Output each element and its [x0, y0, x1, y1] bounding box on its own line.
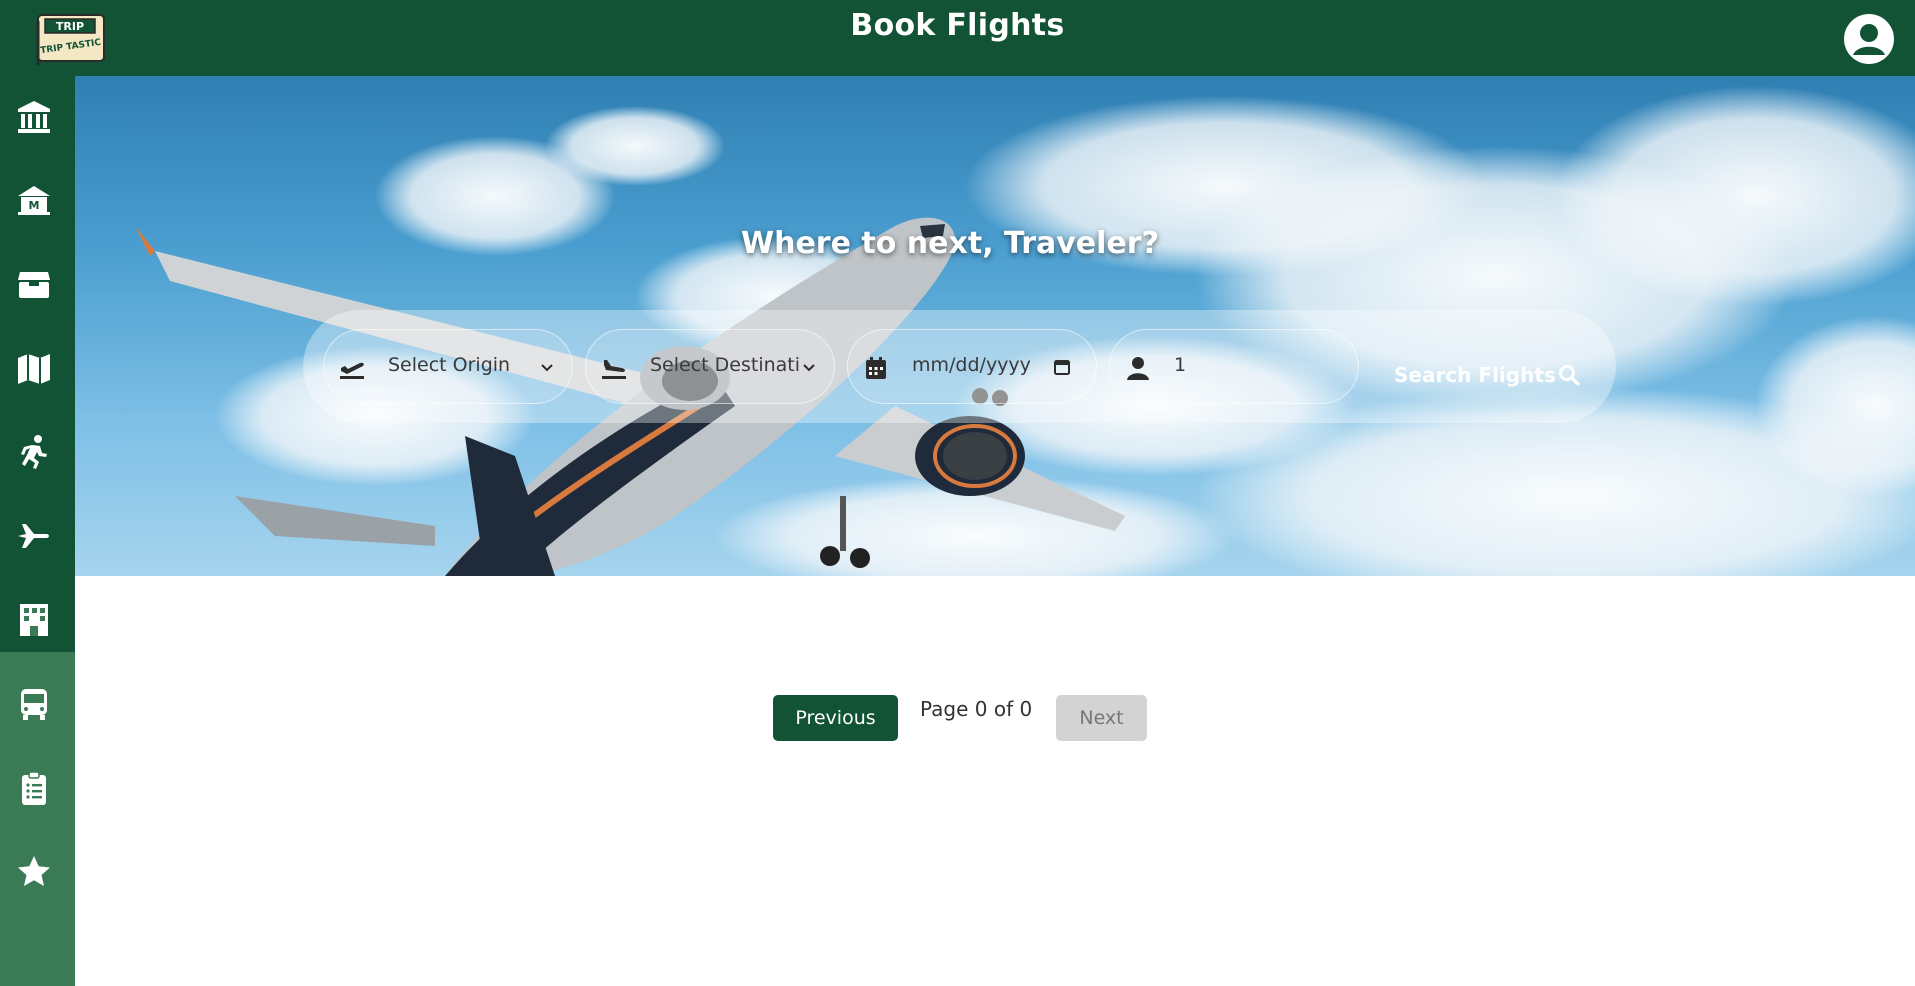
running-icon[interactable] — [14, 432, 54, 472]
package-icon[interactable] — [14, 264, 54, 304]
previous-button[interactable]: Previous — [773, 695, 898, 741]
date-placeholder: mm/dd/yyyy — [912, 354, 1031, 376]
bank-icon[interactable] — [14, 97, 54, 137]
origin-placeholder: Select Origin — [388, 354, 511, 376]
sidebar: M — [0, 76, 75, 986]
user-icon — [1124, 354, 1152, 382]
chevron-down-icon — [801, 360, 817, 376]
museum-icon[interactable]: M — [14, 180, 54, 220]
plane-icon[interactable] — [14, 516, 54, 556]
calendar-icon — [862, 354, 890, 382]
page-title: Book Flights — [850, 8, 1065, 43]
clipboard-icon[interactable] — [14, 768, 54, 808]
map-icon[interactable] — [14, 348, 54, 388]
pagination: Previous Page 0 of 0 Next — [0, 695, 1915, 741]
star-icon[interactable] — [14, 852, 54, 892]
chevron-down-icon — [539, 360, 555, 376]
plane-departure-icon — [338, 354, 366, 382]
search-icon — [1558, 365, 1580, 386]
search-flights-label: Search Flights — [1394, 363, 1556, 387]
travelers-value: 1 — [1174, 354, 1187, 376]
page-indicator: Page 0 of 0 — [920, 697, 1033, 721]
search-flights-button[interactable]: Search Flights — [1394, 360, 1580, 390]
next-button[interactable]: Next — [1056, 695, 1147, 741]
user-profile-icon[interactable] — [1843, 13, 1895, 65]
origin-select[interactable]: Select Origin — [323, 329, 573, 404]
date-picker-icon[interactable] — [1053, 358, 1071, 376]
destination-placeholder: Select Destinati — [650, 354, 801, 376]
destination-select[interactable]: Select Destinati — [585, 329, 835, 404]
plane-arrival-icon — [600, 354, 628, 382]
svg-text:M: M — [29, 199, 40, 212]
hero-heading: Where to next, Traveler? — [741, 226, 1159, 261]
hotel-icon[interactable] — [14, 600, 54, 640]
departure-date-input[interactable]: mm/dd/yyyy — [847, 329, 1097, 404]
top-bar: TRIP TRIP TASTIC Book Flights — [0, 0, 1915, 76]
travelers-input[interactable]: 1 — [1109, 329, 1359, 404]
